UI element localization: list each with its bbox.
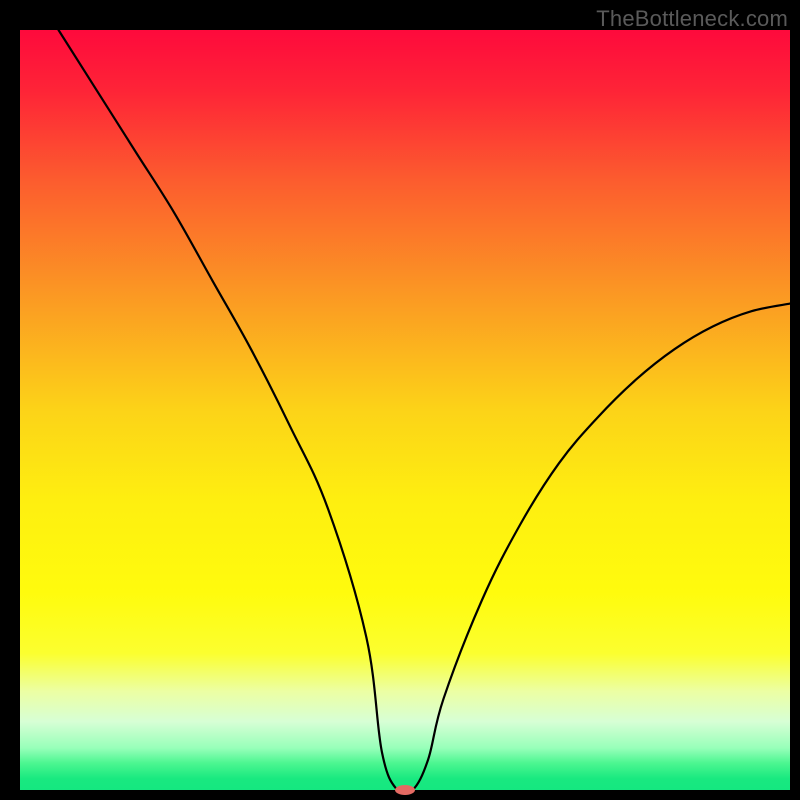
- watermark-text: TheBottleneck.com: [596, 6, 788, 32]
- chart-frame: TheBottleneck.com: [0, 0, 800, 800]
- plot-background: [20, 30, 790, 790]
- bottleneck-chart: [0, 0, 800, 800]
- optimal-point-marker: [395, 785, 415, 795]
